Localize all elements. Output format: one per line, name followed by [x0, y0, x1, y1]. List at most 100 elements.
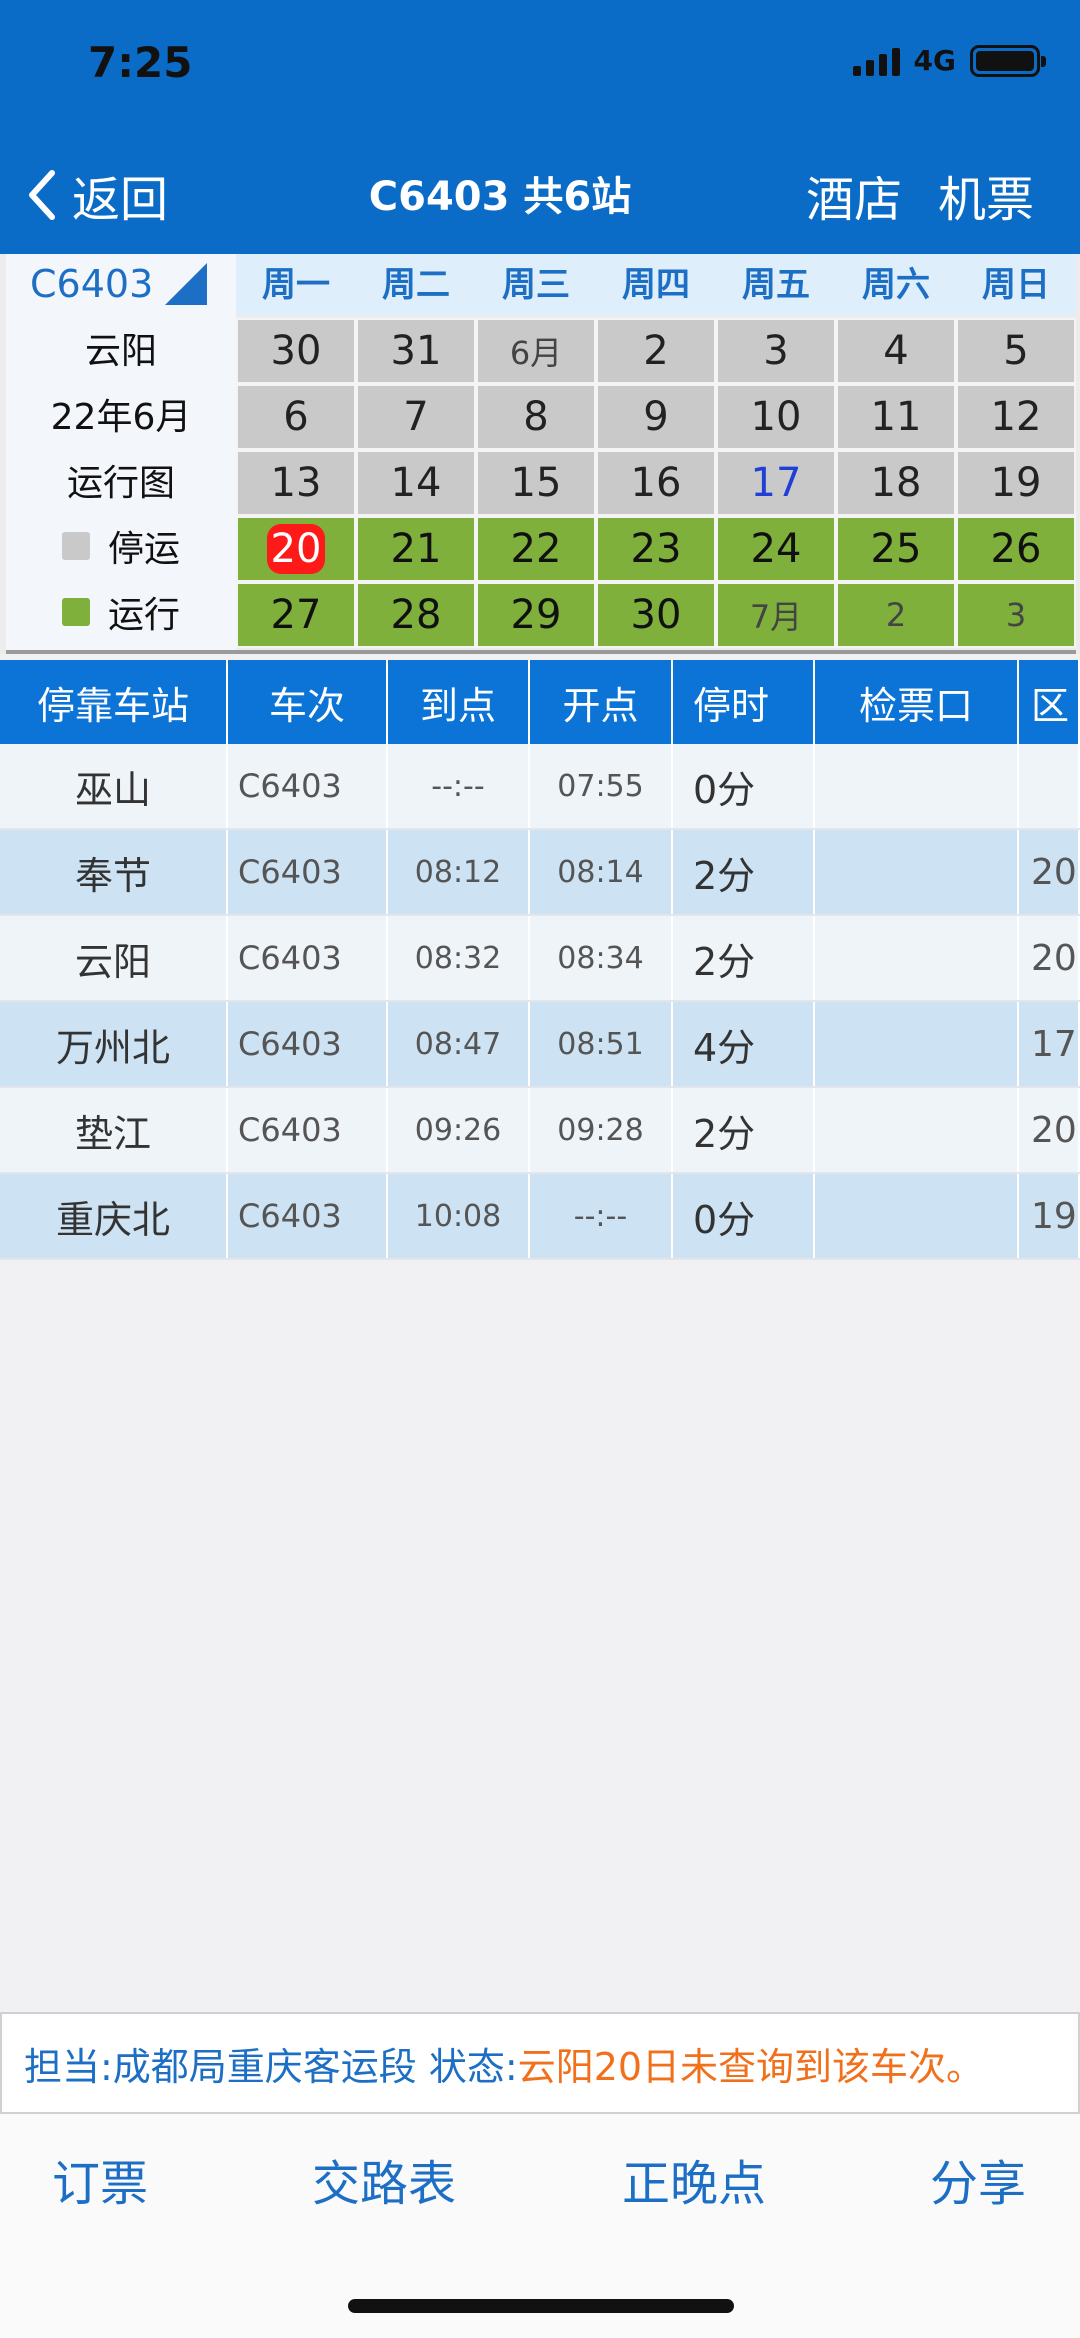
calendar-day[interactable]: 13: [236, 450, 356, 516]
calendar-day[interactable]: 7月: [716, 582, 836, 648]
calendar-day[interactable]: 23: [596, 516, 716, 582]
day-number: 4: [883, 328, 909, 374]
day-number: 23: [630, 526, 682, 572]
calendar-day[interactable]: 21: [356, 516, 476, 582]
day-number: 2: [643, 328, 669, 374]
calendar-side-panel: C6403 云阳 22年6月 运行图 停运 运行: [6, 254, 236, 654]
day-number: 7: [403, 394, 429, 440]
day-number: 6: [283, 394, 309, 440]
calendar-day[interactable]: 9: [596, 384, 716, 450]
calendar-day[interactable]: 7: [356, 384, 476, 450]
legend-green-swatch: [61, 598, 90, 626]
calendar-day[interactable]: 10: [716, 384, 836, 450]
table-row[interactable]: 垫江 C6403 09:26 09:28 2分 20: [0, 1088, 1080, 1174]
calendar-day[interactable]: 6: [236, 384, 356, 450]
calendar-month: 22年6月: [50, 397, 192, 438]
tab-share[interactable]: 分享: [930, 2144, 1026, 2214]
day-number: 7月: [749, 598, 803, 636]
legend-running: 运行: [6, 586, 236, 638]
calendar-day[interactable]: 6月: [476, 318, 596, 384]
day-number: 22: [510, 526, 562, 572]
calendar-day[interactable]: 19: [956, 450, 1076, 516]
cell-train: C6403: [228, 1002, 388, 1086]
tab-route[interactable]: 交路表: [312, 2144, 456, 2214]
cell-gate: [815, 744, 1019, 828]
status-text: 云阳20日未查询到该车次。: [517, 2044, 985, 2089]
calendar-day[interactable]: 27: [236, 582, 356, 648]
cell-gate: [815, 1002, 1019, 1086]
cell-extra: 190: [1019, 1174, 1080, 1258]
calendar-day[interactable]: 30: [596, 582, 716, 648]
calendar-day[interactable]: 2: [836, 582, 956, 648]
calendar-day[interactable]: 5: [956, 318, 1076, 384]
day-number: 24: [750, 526, 802, 572]
calendar-day[interactable]: 18: [836, 450, 956, 516]
cell-stop: 2分: [673, 916, 815, 1000]
hotel-button[interactable]: 酒店: [806, 160, 902, 230]
battery-icon: [970, 44, 1046, 77]
network-label: 4G: [913, 44, 956, 77]
calendar-day[interactable]: 25: [836, 516, 956, 582]
legend-running-label: 运行: [107, 595, 180, 636]
day-number: 30: [630, 592, 682, 638]
calendar-day[interactable]: 8: [476, 384, 596, 450]
calendar-day[interactable]: 3: [716, 318, 836, 384]
legend-gray-swatch: [61, 532, 90, 560]
tab-punctuality[interactable]: 正晚点: [622, 2144, 766, 2214]
weekday-label: 周日: [982, 265, 1050, 305]
day-number: 9: [643, 394, 669, 440]
day-number: 3: [1005, 596, 1027, 634]
calendar-day[interactable]: 20: [236, 516, 356, 582]
table-row[interactable]: 巫山 C6403 --:-- 07:55 0分: [0, 744, 1080, 830]
signal-icon: [852, 46, 900, 76]
home-indicator[interactable]: [348, 2299, 734, 2313]
calendar-day[interactable]: 14: [356, 450, 476, 516]
day-number: 29: [510, 592, 562, 638]
table-body: 巫山 C6403 --:-- 07:55 0分 奉节 C6403 08:12 08:14 2分 20…: [0, 744, 1080, 1260]
calendar-day[interactable]: 22: [476, 516, 596, 582]
day-number: 16: [630, 460, 682, 506]
cell-extra: 20: [1019, 830, 1080, 914]
table-row[interactable]: 重庆北C640310:08--:--0分 190: [0, 1174, 1080, 1260]
calendar-day[interactable]: 15: [476, 450, 596, 516]
calendar-day[interactable]: 2: [596, 318, 716, 384]
calendar-day[interactable]: 24: [716, 516, 836, 582]
table-row[interactable]: 奉节 C6403 08:12 08:14 2分 20: [0, 830, 1080, 916]
day-number: 30: [270, 328, 322, 374]
col-stop: 停时: [673, 660, 815, 744]
calendar-day[interactable]: 11: [836, 384, 956, 450]
table-row[interactable]: 云阳 C6403 08:32 08:34 2分 20: [0, 916, 1080, 1002]
cell-arrive: --:--: [388, 744, 530, 828]
day-number: 8: [523, 394, 549, 440]
calendar-day[interactable]: 4: [836, 318, 956, 384]
owner-text: 担当:成都局重庆客运段 状态:: [24, 2044, 518, 2089]
calendar-day[interactable]: 29: [476, 582, 596, 648]
cell-extra: 20: [1019, 916, 1080, 1000]
weekday-label: 周三: [502, 265, 570, 305]
cell-stop: 0分: [673, 1174, 815, 1258]
cell-depart: 08:14: [530, 830, 673, 914]
calendar-day[interactable]: 30: [236, 318, 356, 384]
day-number: 11: [870, 394, 922, 440]
calendar-day[interactable]: 28: [356, 582, 476, 648]
calendar-day[interactable]: 16: [596, 450, 716, 516]
calendar-day[interactable]: 31: [356, 318, 476, 384]
table-row[interactable]: 万州北C640308:4708:514分 175: [0, 1002, 1080, 1088]
calendar-day[interactable]: 12: [956, 384, 1076, 450]
cell-arrive: 09:26: [388, 1088, 530, 1172]
col-extra: 区: [1019, 660, 1080, 744]
calendar-day[interactable]: 26: [956, 516, 1076, 582]
weekday-label: 周六: [862, 265, 930, 305]
day-number: 28: [390, 592, 442, 638]
cell-stop: 2分: [673, 1088, 815, 1172]
flight-button[interactable]: 机票: [938, 160, 1034, 230]
cell-gate: [815, 830, 1019, 914]
table-header: 停靠车站 车次 到点 开点 停时 检票口 区: [0, 660, 1080, 744]
day-number: 15: [510, 460, 562, 506]
cell-depart: 09:28: [530, 1088, 673, 1172]
calendar-day[interactable]: 17: [716, 450, 836, 516]
day-number: 19: [990, 460, 1042, 506]
tab-book[interactable]: 订票: [52, 2144, 148, 2214]
calendar-day[interactable]: 3: [956, 582, 1076, 648]
train-selector[interactable]: C6403: [30, 262, 208, 306]
